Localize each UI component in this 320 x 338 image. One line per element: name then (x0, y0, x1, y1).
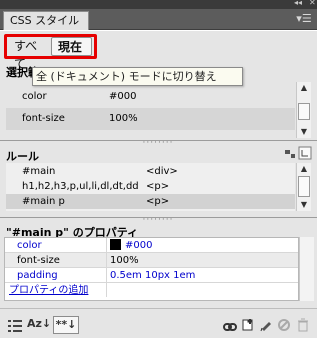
alpha-view-icon[interactable]: Az↓ (27, 316, 51, 332)
rule-row[interactable]: #main <div> (6, 164, 295, 179)
property-value[interactable]: 100% (106, 253, 139, 267)
property-row[interactable]: font-size 100% (5, 253, 298, 268)
panel-title-strip: ◂◂ ✕ (0, 0, 317, 9)
mode-tooltip: 全 (ドキュメント) モードに切り替え (32, 67, 243, 86)
add-property-link[interactable]: プロパティの追加 (9, 283, 88, 298)
property-row: プロパティの追加 (5, 283, 298, 298)
property-value (106, 283, 110, 297)
scroll-down-icon[interactable]: ▼ (297, 126, 311, 138)
panel-menu-icon[interactable]: ▾☰ (295, 12, 313, 26)
property-value-text: #000 (125, 240, 153, 251)
summary-row[interactable]: font-size 100% (6, 108, 295, 130)
category-view-icon[interactable] (8, 318, 22, 334)
tab-css-styles[interactable]: CSS スタイル (3, 11, 89, 30)
property-value[interactable]: #000 (106, 238, 152, 252)
link-icon[interactable] (223, 319, 237, 335)
property-name: padding (17, 270, 58, 281)
summary-row[interactable]: color #000 (6, 86, 295, 108)
rule-selector: #main p (22, 196, 65, 207)
rules-section-title: ルール (6, 150, 39, 163)
scroll-thumb[interactable] (298, 176, 310, 197)
collapse-icon[interactable]: ◂◂ (294, 0, 302, 8)
summary-value: 100% (109, 113, 138, 124)
scroll-down-icon[interactable]: ▼ (297, 199, 311, 211)
properties-grid: color #000 font-size 100% padding 0.5em … (4, 237, 299, 301)
property-name: font-size (17, 255, 60, 266)
summary-list: color #000 font-size 100% (6, 86, 295, 136)
trash-icon[interactable] (296, 317, 310, 333)
rule-selector: h1,h2,h3,p,ul,li,dl,dt,dd (22, 181, 139, 192)
tree-view-icon[interactable] (298, 146, 312, 160)
properties-scrollbar[interactable] (299, 237, 314, 301)
property-name: color (17, 240, 42, 251)
scroll-thumb[interactable] (298, 103, 310, 120)
new-rule-icon[interactable] (241, 317, 255, 333)
bottom-toolbar: Az↓ **↓ (0, 308, 317, 338)
summary-property: font-size (22, 113, 65, 124)
close-icon[interactable]: ✕ (309, 0, 316, 8)
rule-tag: <div> (146, 166, 178, 177)
mode-highlight-frame (4, 34, 97, 59)
cascade-view-icon[interactable] (285, 150, 295, 158)
property-row[interactable]: color #000 (5, 238, 298, 253)
rule-tag: <p> (146, 181, 170, 192)
rules-list: #main <div> h1,h2,h3,p,ul,li,dl,dt,dd <p… (6, 163, 295, 211)
rule-tag: <p> (146, 196, 170, 207)
rule-selector: #main (22, 166, 56, 177)
edit-icon[interactable] (259, 317, 273, 333)
panel-tab-bar: CSS スタイル ▾☰ (0, 9, 317, 30)
resize-grip[interactable]: ········ (138, 138, 178, 148)
summary-scrollbar[interactable]: ▲ ▼ (296, 82, 311, 138)
scroll-up-icon[interactable]: ▲ (297, 82, 311, 94)
rule-row-selected[interactable]: #main p <p> (6, 194, 295, 209)
summary-property: color (22, 91, 47, 102)
set-properties-view-icon[interactable]: **↓ (53, 316, 79, 334)
resize-grip[interactable]: ········ (138, 215, 178, 225)
summary-value: #000 (109, 91, 137, 102)
scroll-up-icon[interactable]: ▲ (297, 163, 311, 175)
property-row[interactable]: padding 0.5em 10px 1em (5, 268, 298, 283)
rule-row[interactable]: h1,h2,h3,p,ul,li,dl,dt,dd <p> (6, 179, 295, 194)
color-swatch[interactable] (110, 239, 121, 250)
rules-scrollbar[interactable]: ▲ ▼ (296, 163, 311, 211)
property-value[interactable]: 0.5em 10px 1em (106, 268, 195, 282)
disable-icon[interactable] (277, 317, 291, 333)
rules-view-toggles (283, 146, 313, 160)
